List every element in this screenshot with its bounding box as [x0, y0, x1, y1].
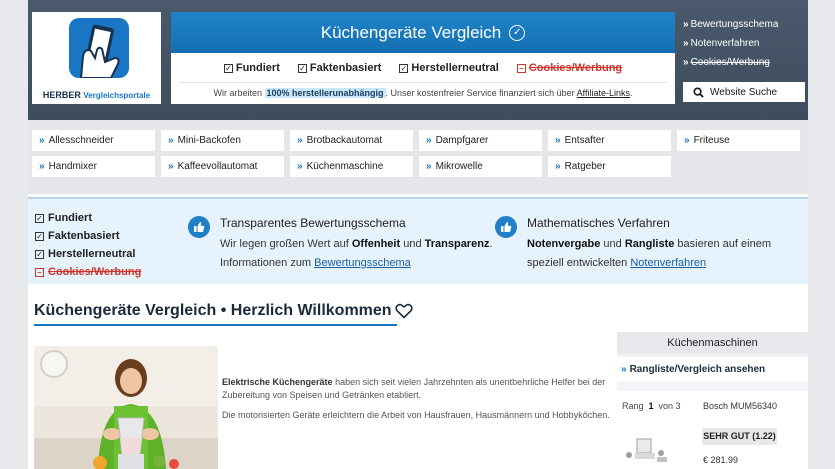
- double-chevron-icon: »: [684, 135, 690, 146]
- category-nav: » Allesschneider » Mini-Backofen » Brotback…: [28, 120, 808, 194]
- search-icon: [693, 86, 704, 98]
- product-name: Bosch MUM56340: [703, 401, 778, 411]
- double-chevron-icon: »: [39, 161, 45, 172]
- minus-box-icon: –: [516, 63, 526, 73]
- page: HERBER Vergleichsportale Küchengeräte Ve…: [28, 0, 808, 469]
- feature-fundiert: ✓ Fundiert: [35, 212, 92, 224]
- checkbox-icon: ✓: [297, 63, 307, 73]
- feature-row: ✓ Fundiert ✓ Faktenbasiert ✓ Herstellerneut…: [171, 59, 675, 77]
- heart-icon: [394, 303, 413, 319]
- page-title: Küchengeräte Vergleich • Herzlich Willko…: [34, 302, 413, 320]
- title-underline: [34, 324, 397, 326]
- nav-item-entsafter[interactable]: » Entsafter: [548, 130, 671, 151]
- sidebar-heading: Küchenmaschinen: [617, 332, 808, 354]
- thumbs-up-icon: [188, 216, 210, 238]
- nav-item-kaffeevollautomat[interactable]: » Kaffeevollautomat: [161, 156, 284, 177]
- sidebar-widget: Küchenmaschinen » Rangliste/Vergleich ans…: [617, 332, 808, 469]
- nav-item-mikrowelle[interactable]: » Mikrowelle: [419, 156, 542, 177]
- affiliate-links-link[interactable]: Affiliate-Links: [577, 88, 630, 98]
- double-chevron-icon: »: [297, 135, 303, 146]
- intro-text: Elektrische Küchengeräte haben sich seit…: [222, 377, 610, 420]
- double-chevron-icon: »: [621, 363, 627, 375]
- feature-herstellerneutral: ✓ Herstellerneutral: [35, 248, 136, 260]
- checkbox-icon: ✓: [35, 213, 44, 223]
- double-chevron-icon: »: [555, 135, 561, 146]
- nav-item-brotbackautomat[interactable]: » Brotbackautomat: [290, 130, 413, 151]
- rank-info: Rang 1 von 3: [622, 401, 681, 411]
- nav-item-dampfgarer[interactable]: » Dampfgarer: [419, 130, 542, 151]
- minus-box-icon: –: [35, 267, 44, 277]
- nav-item-kuechenmaschine[interactable]: » Küchenmaschine: [290, 156, 413, 177]
- product-card[interactable]: Rang 1 von 3 Bosch MUM56340 SEHR GUT (1.22…: [617, 391, 808, 469]
- divider: [179, 82, 667, 83]
- feature-herstellerneutral: ✓ Herstellerneutral: [399, 62, 499, 74]
- double-chevron-icon: »: [683, 57, 689, 68]
- transparency-block: Transparentes Bewertungsschema Wir legen…: [188, 214, 498, 284]
- checkbox-icon: ✓: [35, 231, 44, 241]
- phone-hand-icon: [69, 18, 129, 78]
- link-bewertungsschema[interactable]: » Bewertungsschema: [683, 19, 803, 38]
- nav-item-mini-backofen[interactable]: » Mini-Backofen: [161, 130, 284, 151]
- header-panel: Küchengeräte Vergleich ✓ ✓ Fundiert ✓ Fakt…: [171, 12, 675, 104]
- double-chevron-icon: »: [426, 135, 432, 146]
- double-chevron-icon: »: [426, 161, 432, 172]
- math-method-block: Mathematisches Verfahren Notenvergabe un…: [495, 214, 795, 284]
- double-chevron-icon: »: [297, 161, 303, 172]
- product-price: € 281.99: [703, 455, 739, 465]
- thumbs-up-icon: [495, 216, 517, 238]
- check-circle-icon: ✓: [509, 24, 526, 41]
- info-text: Wir arbeiten 100% herstellerunabhängig. …: [213, 88, 633, 98]
- ranking-link[interactable]: » Rangliste/Vergleich ansehen: [617, 357, 808, 381]
- feature-checklist: ✓ Fundiert ✓ Faktenbasiert ✓ Herstellerneut…: [35, 209, 141, 281]
- checkbox-icon: ✓: [35, 249, 44, 259]
- nav-item-handmixer[interactable]: » Handmixer: [32, 156, 155, 177]
- feature-strip: ✓ Fundiert ✓ Faktenbasiert ✓ Herstellerneut…: [28, 197, 808, 284]
- feature-cookies: – Cookies/Werbung: [35, 263, 141, 281]
- feature-cookies: – Cookies/Werbung: [516, 59, 622, 77]
- nav-item-allesschneider[interactable]: » Allesschneider: [32, 130, 155, 151]
- double-chevron-icon: »: [39, 135, 45, 146]
- rating-badge: SEHR GUT (1.22): [702, 428, 777, 445]
- header-links: » Bewertungsschema » Notenverfahren » Cooki…: [683, 19, 803, 76]
- double-chevron-icon: »: [168, 135, 174, 146]
- link-notenverfahren[interactable]: » Notenverfahren: [683, 38, 803, 57]
- product-thumbnail: [623, 433, 669, 463]
- feature-fundiert: ✓ Fundiert: [223, 62, 280, 74]
- feature-faktenbasiert: ✓ Faktenbasiert: [297, 62, 382, 74]
- site-header: HERBER Vergleichsportale Küchengeräte Ve…: [28, 0, 808, 120]
- checkbox-icon: ✓: [223, 63, 233, 73]
- double-chevron-icon: »: [168, 161, 174, 172]
- site-title: Küchengeräte Vergleich: [320, 22, 502, 42]
- bewertungsschema-link[interactable]: Bewertungsschema: [314, 257, 411, 269]
- hero-photo: [34, 346, 218, 469]
- site-logo[interactable]: HERBER Vergleichsportale: [32, 12, 161, 104]
- double-chevron-icon: »: [683, 38, 689, 49]
- double-chevron-icon: »: [555, 161, 561, 172]
- nav-item-ratgeber[interactable]: » Ratgeber: [548, 156, 671, 177]
- nav-item-friteuse[interactable]: » Friteuse: [677, 130, 800, 151]
- feature-faktenbasiert: ✓ Faktenbasiert: [35, 230, 120, 242]
- logo-name: HERBER Vergleichsportale: [42, 90, 151, 100]
- notenverfahren-link[interactable]: Notenverfahren: [630, 257, 706, 269]
- link-cookies-werbung[interactable]: » Cookies/Werbung: [683, 57, 803, 76]
- checkbox-icon: ✓: [399, 63, 409, 73]
- double-chevron-icon: »: [683, 19, 689, 30]
- website-search-button[interactable]: Website Suche: [683, 82, 805, 102]
- header-title-bar: Küchengeräte Vergleich ✓: [171, 12, 675, 53]
